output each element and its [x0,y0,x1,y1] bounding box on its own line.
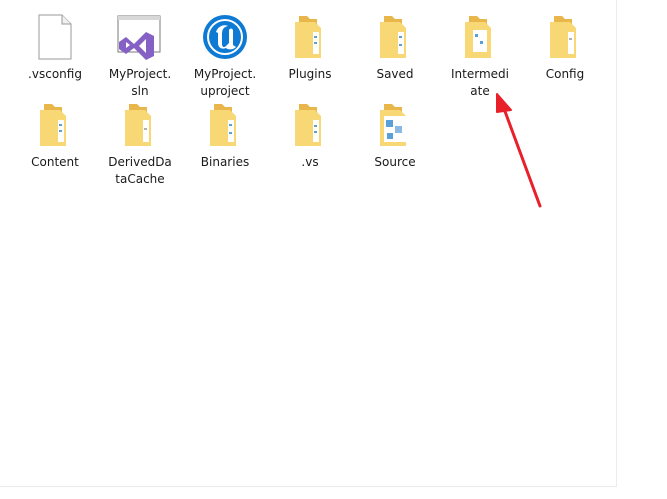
red-annotation-arrow-icon [496,93,542,208]
file-explorer-content-pane: .vsconfig MyProject. sln MyProject. upro… [0,0,617,487]
